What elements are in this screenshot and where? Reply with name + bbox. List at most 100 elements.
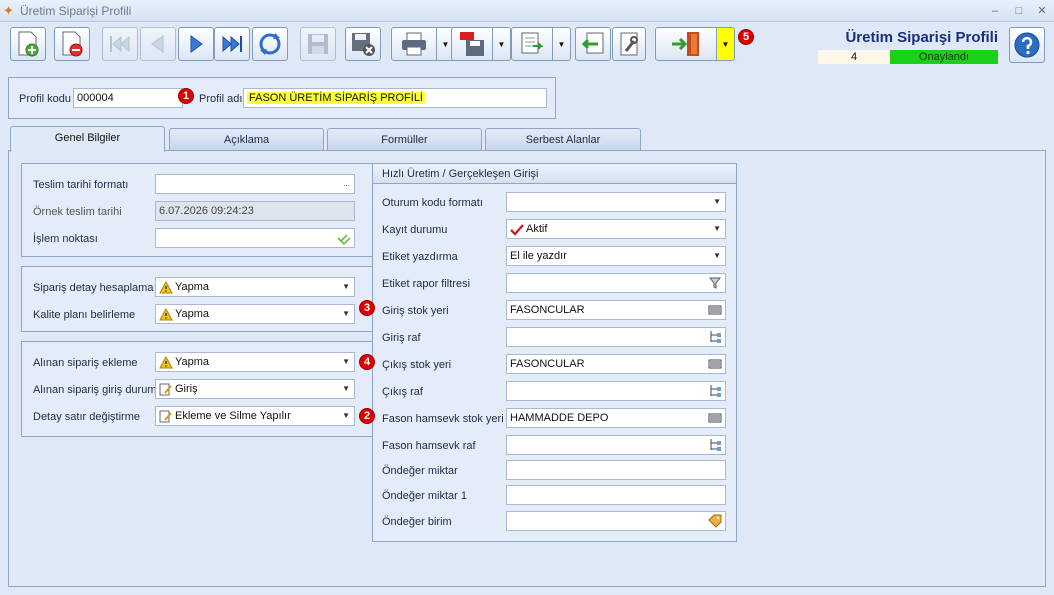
detail-calc-value: Yapma [175,281,210,293]
butterfly-icon: ✦ [3,3,14,18]
save-icon [308,34,328,54]
next-record-button[interactable] [178,27,214,61]
received-entry-value: Giriş [175,383,198,395]
chevron-down-icon[interactable]: ▼ [342,407,350,425]
in-stock-label: Giriş stok yeri [382,305,449,317]
print-button[interactable] [391,27,437,61]
delivery-format-label: Teslim tarihi formatı [33,179,129,191]
detail-calc-select[interactable]: Yapma ▼ [155,277,355,297]
first-record-icon [110,35,130,53]
last-record-button[interactable] [214,27,250,61]
double-check-icon[interactable] [337,231,351,245]
record-status-value: Aktif [526,223,548,235]
barcode-icon[interactable] [708,303,722,317]
chevron-down-icon[interactable]: ▼ [342,353,350,371]
new-document-button[interactable] [10,27,46,61]
barcode-icon[interactable] [708,357,722,371]
tab-genel-bilgiler[interactable]: Genel Bilgiler [10,126,165,152]
detail-calc-label: Sipariş detay hesaplama [33,282,154,294]
chevron-down-icon[interactable]: ▼ [342,278,350,296]
minimize-button[interactable]: – [984,2,1006,20]
fason-stock-input[interactable]: HAMMADDE DEPO [506,408,726,428]
received-entry-label: Alınan sipariş giriş durum [33,384,157,396]
default-unit-input[interactable] [506,511,726,531]
barcode-icon[interactable] [708,411,722,425]
out-shelf-input[interactable] [506,381,726,401]
chevron-down-icon[interactable]: ▼ [713,220,721,238]
session-format-select[interactable]: ▼ [506,192,726,212]
profile-name-input[interactable]: FASON ÜRETİM SİPARİŞ PROFİLİ [243,88,547,108]
detail-change-select[interactable]: Ekleme ve Silme Yapılır ▼ [155,406,355,426]
delivery-format-input[interactable]: ... [155,174,355,194]
settings-button[interactable] [612,27,646,61]
import-button[interactable] [575,27,611,61]
default-qty-input[interactable] [506,460,726,480]
detail-change-value: Ekleme ve Silme Yapılır [175,410,291,422]
help-icon [1014,32,1040,58]
tree-icon[interactable] [708,330,722,344]
process-point-input[interactable] [155,228,355,248]
delete-document-icon [62,31,83,57]
warning-icon [159,281,173,294]
default-qty1-input[interactable] [506,485,726,505]
detail-calc-group: Sipariş detay hesaplama Yapma ▼ Kalite p… [21,266,373,332]
received-entry-select[interactable]: Giriş ▼ [155,379,355,399]
chevron-down-icon[interactable]: ▼ [713,247,721,265]
label-report-input[interactable] [506,273,726,293]
export-document-icon [521,32,544,54]
out-stock-label: Çıkış stok yeri [382,359,452,371]
fason-stock-label: Fason hamsevk stok yeri [382,413,504,425]
status-badge: Onaylandı [890,50,998,64]
first-record-button[interactable] [102,27,138,61]
close-button[interactable]: ✕ [1031,2,1053,20]
pdf-dropdown-button[interactable]: ▼ [493,27,511,61]
tab-serbest-alanlar[interactable]: Serbest Alanlar [485,128,641,150]
profile-name-value: FASON ÜRETİM SİPARİŞ PROFİLİ [247,92,425,104]
ellipsis-button[interactable]: ... [343,175,350,193]
tree-icon[interactable] [708,384,722,398]
received-add-select[interactable]: Yapma ▼ [155,352,355,372]
in-stock-value: FASONCULAR [510,304,585,316]
exit-dropdown-button[interactable]: ▼ [717,27,735,61]
import-document-icon [581,32,604,54]
title-bar: ✦ Üretim Siparişi Profili – □ ✕ [0,0,1054,22]
exit-door-icon [672,32,699,56]
export-dropdown-button[interactable]: ▼ [553,27,571,61]
exit-button[interactable] [655,27,717,61]
out-stock-value: FASONCULAR [510,358,585,370]
help-button[interactable] [1009,27,1045,63]
chevron-down-icon[interactable]: ▼ [342,380,350,398]
pdf-export-button[interactable] [451,27,493,61]
annotation-badge-2: 2 [359,408,375,424]
save-button[interactable] [300,27,336,61]
received-add-label: Alınan sipariş ekleme [33,357,138,369]
quality-plan-value: Yapma [175,308,210,320]
fason-shelf-label: Fason hamsevk raf [382,440,476,452]
fason-shelf-input[interactable] [506,435,726,455]
quality-plan-select[interactable]: Yapma ▼ [155,304,355,324]
tab-aciklama[interactable]: Açıklama [169,128,324,150]
tab-formuller[interactable]: Formüller [327,128,482,150]
tag-icon[interactable] [708,514,722,528]
out-stock-input[interactable]: FASONCULAR [506,354,726,374]
chevron-down-icon[interactable]: ▼ [713,193,721,211]
save-close-button[interactable] [345,27,381,61]
quick-production-title: Hızlı Üretim / Gerçekleşen Girişi [373,164,736,184]
in-shelf-input[interactable] [506,327,726,347]
received-order-group: Alınan sipariş ekleme Yapma ▼ Alınan sip… [21,341,373,437]
label-print-select[interactable]: El ile yazdır ▼ [506,246,726,266]
tree-icon[interactable] [708,438,722,452]
check-icon [510,224,524,236]
profile-code-input[interactable]: 000004 [73,88,183,108]
out-shelf-label: Çıkış raf [382,386,423,398]
delete-document-button[interactable] [54,27,90,61]
refresh-button[interactable] [252,27,288,61]
maximize-button[interactable]: □ [1008,2,1030,20]
pdf-save-icon [460,32,484,56]
chevron-down-icon[interactable]: ▼ [342,305,350,323]
export-button[interactable] [511,27,553,61]
filter-icon[interactable] [708,276,722,290]
record-status-select[interactable]: Aktif ▼ [506,219,726,239]
in-stock-input[interactable]: FASONCULAR [506,300,726,320]
previous-record-button[interactable] [140,27,176,61]
